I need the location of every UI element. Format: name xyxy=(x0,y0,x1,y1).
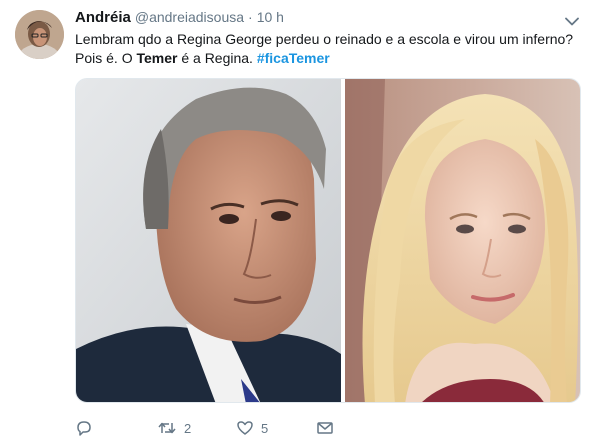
tweet-text-bold: Temer xyxy=(136,50,178,66)
avatar-image xyxy=(15,10,64,59)
tweet-card: Andréia @andreiadisousa · 10 h Lembram q… xyxy=(0,0,591,443)
retweet-count: 2 xyxy=(184,420,192,436)
reply-icon xyxy=(77,421,91,436)
heart-icon xyxy=(237,421,253,435)
retweet-button[interactable]: 2 xyxy=(157,416,191,440)
direct-message-button[interactable] xyxy=(316,416,334,440)
handle[interactable]: @andreiadisousa xyxy=(135,9,244,25)
tweet-header: Andréia @andreiadisousa · 10 h xyxy=(75,9,284,29)
like-count: 5 xyxy=(261,420,269,436)
more-options-button[interactable] xyxy=(563,12,581,30)
tweet-text: Lembram qdo a Regina George perdeu o rei… xyxy=(75,30,580,68)
tweet-text-line-2: Pois é. O Temer é a Regina. #ficaTemer xyxy=(75,49,580,68)
like-button[interactable]: 5 xyxy=(236,416,268,440)
reply-button[interactable] xyxy=(75,416,100,440)
display-name[interactable]: Andréia xyxy=(75,9,131,26)
avatar[interactable] xyxy=(15,10,64,59)
older-man-portrait-image xyxy=(76,79,341,402)
tweet-text-suffix: é a Regina. xyxy=(177,50,257,66)
hashtag-link[interactable]: #ficaTemer xyxy=(257,50,330,66)
separator-dot: · xyxy=(248,9,253,25)
left-photo[interactable] xyxy=(76,79,341,402)
right-photo[interactable] xyxy=(345,79,580,402)
blonde-woman-portrait-image xyxy=(345,79,580,402)
tweet-text-line-1: Lembram qdo a Regina George perdeu o rei… xyxy=(75,31,574,47)
envelope-icon xyxy=(317,422,333,434)
timestamp[interactable]: 10 h xyxy=(257,9,284,25)
retweet-icon xyxy=(158,422,176,434)
media-grid xyxy=(75,78,581,403)
chevron-down-icon xyxy=(565,17,579,25)
tweet-text-prefix: Pois é. O xyxy=(75,50,137,66)
